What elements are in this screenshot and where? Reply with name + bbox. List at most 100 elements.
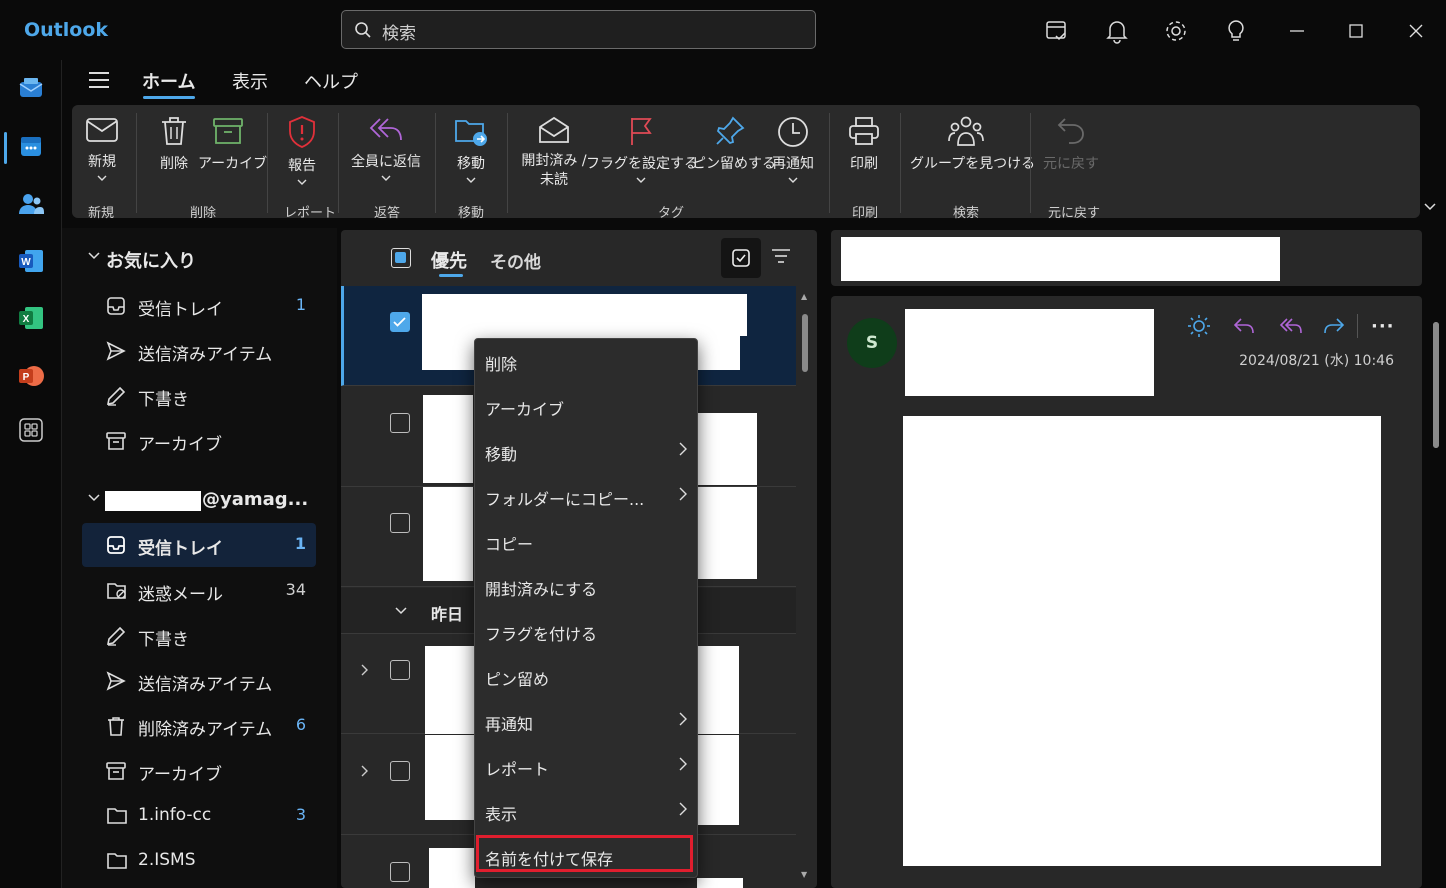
favorite-drafts[interactable]: 下書き xyxy=(82,374,316,418)
tab-view[interactable]: 表示 xyxy=(232,68,268,94)
excel-icon[interactable]: X xyxy=(17,304,45,332)
chevron-down-icon[interactable] xyxy=(88,252,100,260)
delete-button[interactable]: 削除 xyxy=(154,115,194,173)
send-icon xyxy=(106,341,126,361)
new-mail-button[interactable]: 新規 xyxy=(80,115,124,181)
ctx-flag[interactable]: フラグを付ける xyxy=(475,609,697,654)
ctx-copy-to-folder[interactable]: フォルダーにコピー... xyxy=(475,474,697,519)
chevron-right-icon xyxy=(679,802,687,816)
ctx-pin[interactable]: ピン留め xyxy=(475,654,697,699)
find-groups-button[interactable]: グループを見つける xyxy=(910,115,1035,173)
move-button[interactable]: 移動 xyxy=(450,115,492,183)
gear-icon[interactable] xyxy=(1163,18,1189,44)
people-icon[interactable] xyxy=(17,190,45,218)
message-checkbox[interactable] xyxy=(390,413,410,433)
minimize-icon[interactable] xyxy=(1284,18,1310,44)
mail-icon[interactable] xyxy=(17,74,45,102)
chevron-down-icon xyxy=(636,177,646,183)
ctx-move[interactable]: 移動 xyxy=(475,429,697,474)
junk-folder-icon xyxy=(106,581,128,601)
redacted-message-preview xyxy=(697,413,757,485)
word-icon[interactable]: W xyxy=(17,247,45,275)
reader-scrollbar-thumb[interactable] xyxy=(1433,322,1439,448)
svg-text:X: X xyxy=(23,314,30,325)
undo-button[interactable]: 元に戻す xyxy=(1038,115,1104,173)
report-button[interactable]: 報告 xyxy=(280,115,324,185)
pin-button[interactable]: ピン留めする xyxy=(692,115,776,173)
message-checkbox[interactable] xyxy=(390,660,410,680)
group-label-report: レポート xyxy=(284,206,337,221)
folder-drafts[interactable]: 下書き xyxy=(82,614,316,658)
scroll-up-arrow-icon[interactable]: ▲ xyxy=(801,292,807,301)
folder-archive[interactable]: アーカイブ xyxy=(82,749,316,793)
close-icon[interactable] xyxy=(1403,18,1429,44)
redacted-message-preview xyxy=(697,735,739,825)
message-checkbox[interactable] xyxy=(390,513,410,533)
archive-button[interactable]: アーカイブ xyxy=(198,115,267,173)
ribbon-expand-chevron-icon[interactable] xyxy=(1424,203,1436,211)
mark-read-unread-button[interactable]: 開封済み / 未読 xyxy=(516,115,592,189)
folder-sent-items[interactable]: 送信済みアイテム xyxy=(82,659,316,703)
archive-icon xyxy=(106,761,126,781)
select-mode-button[interactable] xyxy=(721,238,761,278)
reply-all-icon[interactable] xyxy=(1279,316,1303,336)
favorites-header[interactable]: お気に入り xyxy=(106,247,196,273)
apps-icon[interactable] xyxy=(17,416,45,444)
tab-focused[interactable]: 優先 xyxy=(431,247,467,273)
maximize-icon[interactable] xyxy=(1343,18,1369,44)
ctx-archive[interactable]: アーカイブ xyxy=(475,384,697,429)
redacted-message-preview xyxy=(425,735,475,820)
folder-deleted-items[interactable]: 削除済みアイテム 6 xyxy=(82,704,316,748)
redacted-message-body xyxy=(903,416,1381,866)
search-box[interactable]: 検索 xyxy=(341,10,816,49)
filter-icon[interactable] xyxy=(771,248,791,264)
folder-inbox[interactable]: 受信トレイ 1 xyxy=(82,523,316,567)
chevron-right-icon xyxy=(679,757,687,771)
ctx-mark-read[interactable]: 開封済みにする xyxy=(475,564,697,609)
folder-junk[interactable]: 迷惑メール 34 xyxy=(82,569,316,613)
scroll-down-arrow-icon[interactable]: ▼ xyxy=(801,870,807,879)
redacted-subject xyxy=(841,237,1280,281)
ctx-view[interactable]: 表示 xyxy=(475,789,697,834)
ctx-report[interactable]: レポート xyxy=(475,744,697,789)
chevron-down-icon[interactable] xyxy=(88,494,100,502)
lightbulb-icon[interactable] xyxy=(1223,18,1249,44)
tab-other[interactable]: その他 xyxy=(490,248,541,273)
redacted-message-preview xyxy=(697,487,757,579)
account-header[interactable]: @yamag... xyxy=(202,489,308,510)
send-icon xyxy=(106,671,126,691)
pencil-icon xyxy=(106,386,126,406)
avatar[interactable]: S xyxy=(847,318,897,368)
tab-home[interactable]: ホーム xyxy=(142,68,195,94)
chevron-right-icon xyxy=(679,442,687,456)
ctx-delete[interactable]: 削除 xyxy=(475,339,697,384)
more-actions-icon[interactable]: ··· xyxy=(1371,316,1395,337)
powerpoint-icon[interactable]: P xyxy=(17,362,45,390)
flag-button[interactable]: フラグを設定する xyxy=(586,115,698,183)
reply-all-button[interactable]: 全員に返信 xyxy=(348,115,424,181)
favorite-inbox[interactable]: 受信トレイ 1 xyxy=(82,284,316,328)
snooze-button[interactable]: 再通知 xyxy=(770,115,816,183)
favorite-sent-items[interactable]: 送信済みアイテム xyxy=(82,329,316,373)
message-checkbox[interactable] xyxy=(390,862,410,882)
print-button[interactable]: 印刷 xyxy=(844,115,884,173)
forward-icon[interactable] xyxy=(1323,316,1345,336)
hamburger-icon[interactable] xyxy=(88,70,110,90)
tab-help[interactable]: ヘルプ xyxy=(304,68,358,94)
folder-info-cc[interactable]: 1.info-cc 3 xyxy=(82,794,316,838)
calendar-check-icon[interactable] xyxy=(1044,18,1070,44)
favorite-archive[interactable]: アーカイブ xyxy=(82,419,316,463)
message-checkbox[interactable] xyxy=(390,312,410,332)
scrollbar-thumb[interactable] xyxy=(802,314,808,372)
ctx-snooze[interactable]: 再通知 xyxy=(475,699,697,744)
folder-isms[interactable]: 2.ISMS xyxy=(82,839,316,883)
ctx-copy[interactable]: コピー xyxy=(475,519,697,564)
sun-icon[interactable] xyxy=(1187,314,1211,338)
bell-icon[interactable] xyxy=(1104,18,1130,44)
select-all-checkbox[interactable] xyxy=(391,248,411,268)
reply-icon[interactable] xyxy=(1233,316,1255,336)
redacted-account-name xyxy=(105,491,201,511)
envelope-icon xyxy=(86,118,118,142)
calendar-icon[interactable] xyxy=(17,132,45,160)
message-checkbox[interactable] xyxy=(390,761,410,781)
